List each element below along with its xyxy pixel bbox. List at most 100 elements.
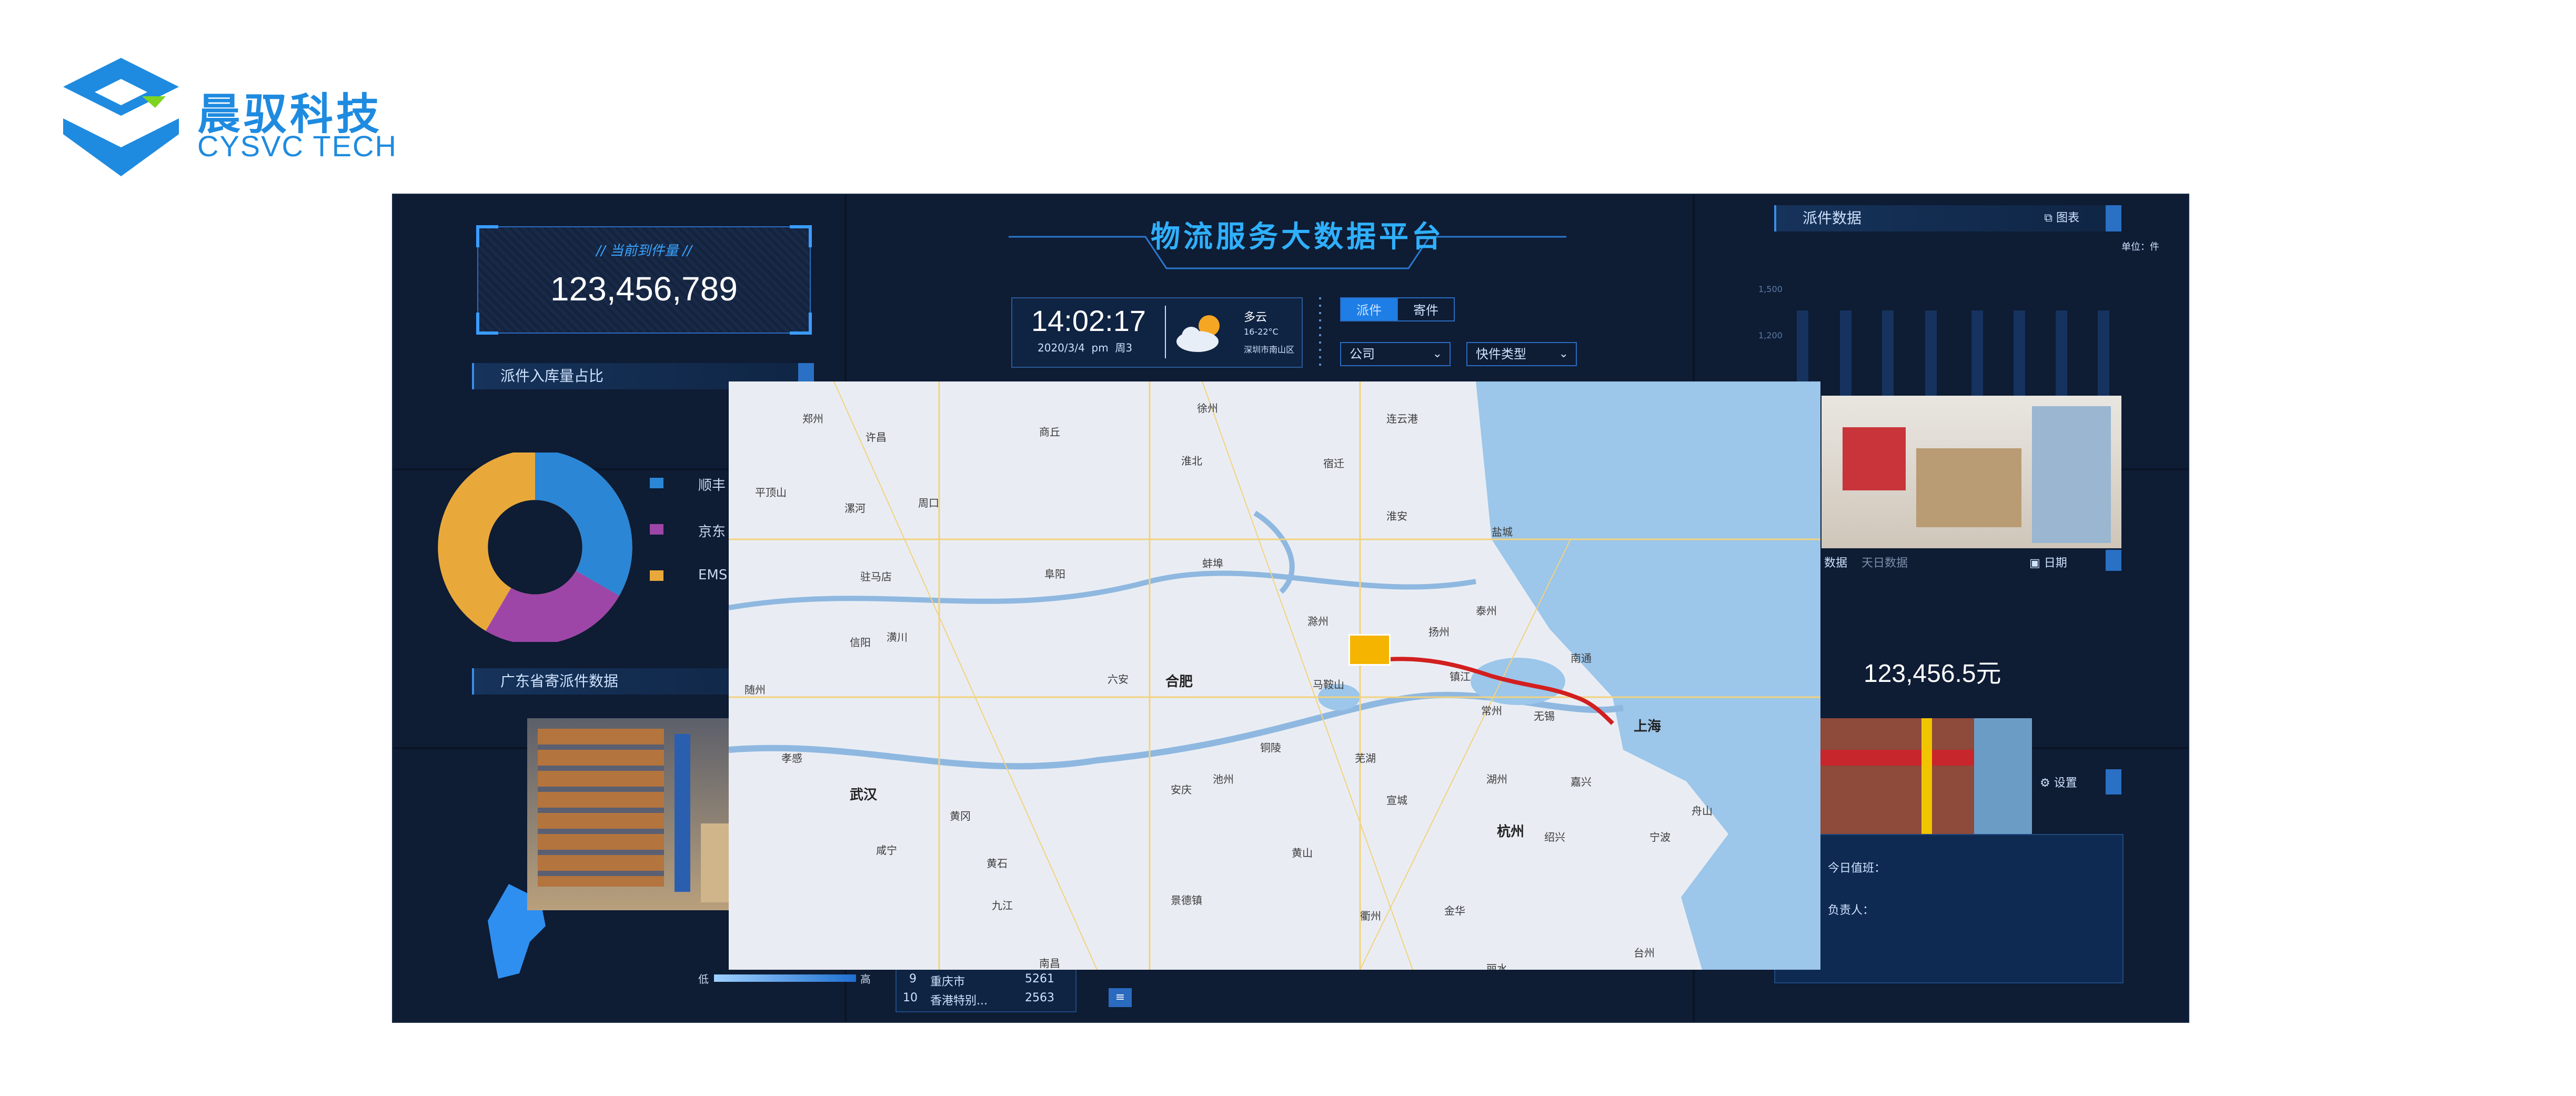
right-panel-title: 派件数据 ⧉ 图表 — [1774, 205, 2121, 232]
map-city-label: 平顶山 — [755, 486, 787, 499]
current-count-value: 123,456,789 — [550, 270, 738, 308]
map-city-label: 随州 — [744, 683, 766, 696]
chevron-down-icon: ⌄ — [1432, 347, 1442, 360]
map-city-label: 绍兴 — [1544, 831, 1565, 843]
map-city-label: 衢州 — [1360, 910, 1381, 922]
ranking-table: 9 重庆市 5261 10 香港特别... 2563 — [895, 968, 1076, 1012]
map-city-label: 武汉 — [850, 787, 878, 803]
map-city-label: 镇江 — [1450, 670, 1471, 683]
warehouse-photo-right — [1822, 396, 2121, 548]
table-row: 9 重庆市 5261 — [909, 972, 1054, 989]
map-city-label: 潢川 — [887, 631, 908, 643]
unit-label: 单位：件 — [2121, 242, 2159, 253]
legend-label-jd: 京东 — [698, 524, 726, 540]
map-city-label: 铜陵 — [1260, 741, 1281, 754]
date: 2020/3/4 pm 周3 — [1038, 341, 1133, 354]
map-city-label: 嘉兴 — [1571, 776, 1592, 788]
map-city-label: 许昌 — [866, 431, 887, 444]
panel-corner — [2106, 550, 2121, 571]
map-city-label: 宿迁 — [1323, 457, 1344, 470]
temperature: 16-22°C — [1244, 327, 1279, 337]
map-city-label: 盐城 — [1492, 526, 1513, 538]
map-city-label: 淮北 — [1181, 455, 1202, 467]
location: 深圳市南山区 — [1244, 345, 1295, 355]
right-mid-label: 数据 天日数据 — [1824, 557, 1908, 570]
map-base — [729, 381, 1820, 970]
time-weather-card: 14:02:17 2020/3/4 pm 周3 多云 16-22°C 深圳市南山… — [1011, 297, 1303, 368]
map-city-label: 咸宁 — [876, 844, 897, 857]
vertical-divider — [1319, 297, 1321, 366]
settings-button[interactable]: ⚙ 设置 — [2040, 773, 2077, 790]
brand-name-en: CYSVC TECH — [197, 129, 397, 163]
y-tick: 1,500 — [1758, 284, 1783, 294]
ranking-menu-button[interactable]: ≡ — [1109, 988, 1132, 1007]
map-city-label: 舟山 — [1692, 805, 1713, 817]
map-city-label: 马鞍山 — [1313, 678, 1344, 691]
tab-dispatch[interactable]: 派件 — [1340, 297, 1398, 321]
page-title: 物流服务大数据平台 — [1151, 220, 1444, 254]
map-city-label: 上海 — [1634, 719, 1662, 735]
map-city-label: 淮安 — [1386, 510, 1407, 522]
donut-segment-jd — [486, 570, 619, 642]
parcel-type-select[interactable]: 快件类型 ⌄ — [1466, 342, 1577, 366]
cloudy-icon — [1176, 315, 1220, 352]
map-city-label: 宣城 — [1386, 794, 1407, 807]
map-city-label: 黄山 — [1292, 847, 1313, 859]
weather-text: 多云 — [1244, 311, 1267, 324]
chevron-down-icon: ⌄ — [1558, 347, 1568, 360]
province-legend-bar — [714, 974, 856, 982]
map-city-label: 九江 — [992, 899, 1013, 912]
map-city-label: 池州 — [1213, 773, 1234, 786]
date-button[interactable]: ▣ 日期 — [2029, 554, 2067, 570]
map-city-label: 合肥 — [1165, 674, 1193, 690]
map-city-label: 黄石 — [987, 857, 1008, 870]
map-city-label: 六安 — [1108, 673, 1129, 686]
map-city-label: 黄冈 — [950, 810, 971, 822]
province-legend-high: 高 — [860, 973, 871, 986]
map-city-label: 商丘 — [1039, 426, 1060, 438]
map-city-label: 宁波 — [1649, 831, 1671, 843]
map-city-label: 阜阳 — [1044, 568, 1065, 580]
map-city-label: 连云港 — [1386, 413, 1418, 425]
table-row: 10 香港特别... 2563 — [903, 991, 1054, 1008]
map-city-label: 徐州 — [1197, 402, 1218, 415]
province-legend-low: 低 — [698, 973, 709, 986]
map-city-label: 安庆 — [1171, 783, 1192, 796]
truck-icon — [1349, 634, 1391, 666]
map-city-label: 漯河 — [844, 502, 866, 515]
map-city-label: 郑州 — [802, 413, 823, 425]
logistics-map[interactable]: 郑州 商丘 徐州 连云港 许昌 平顶山 漯河 周口 淮北 宿迁 淮安 盐城 蚌埠… — [729, 381, 1820, 970]
map-city-label: 常州 — [1481, 705, 1502, 717]
current-count-card: // 当前到件量 // 123,456,789 — [476, 225, 812, 335]
legend-swatch-jd — [650, 524, 663, 535]
legend-label-sf: 顺丰 — [698, 478, 726, 494]
map-city-label: 丽水 — [1486, 962, 1507, 970]
map-city-label: 芜湖 — [1355, 752, 1376, 765]
legend-label-ems: EMS — [698, 567, 728, 583]
map-city-label: 无锡 — [1534, 710, 1555, 722]
map-city-label: 信阳 — [850, 636, 871, 649]
map-city-label: 滁州 — [1307, 615, 1329, 628]
company-select[interactable]: 公司 ⌄ — [1340, 342, 1451, 366]
y-tick: 1,200 — [1758, 330, 1783, 340]
map-city-label: 孝感 — [781, 752, 802, 765]
map-city-label: 杭州 — [1497, 824, 1525, 840]
map-city-label: 周口 — [918, 497, 939, 509]
legend-swatch-sf — [650, 478, 663, 488]
panel-corner — [2106, 769, 2121, 795]
map-city-label: 蚌埠 — [1202, 557, 1223, 570]
map-city-label: 金华 — [1444, 904, 1465, 917]
sorting-center-photo — [1785, 718, 2032, 842]
current-count-label: // 当前到件量 // — [596, 243, 692, 259]
revenue-value: 123,456.5元 — [1864, 660, 2001, 688]
map-city-label: 扬州 — [1428, 626, 1450, 638]
map-city-label: 南通 — [1571, 652, 1592, 665]
map-city-label: 驻马店 — [860, 570, 892, 583]
donut-segment-sf — [534, 453, 632, 596]
map-city-label: 湖州 — [1486, 773, 1507, 786]
map-city-label: 泰州 — [1476, 605, 1497, 617]
duty-card: 今日值班： 负责人： — [1774, 834, 2124, 983]
tab-send[interactable]: 寄件 — [1397, 297, 1455, 321]
chart-button[interactable]: ⧉ 图表 — [2044, 205, 2079, 232]
legend-swatch-ems — [650, 570, 663, 581]
